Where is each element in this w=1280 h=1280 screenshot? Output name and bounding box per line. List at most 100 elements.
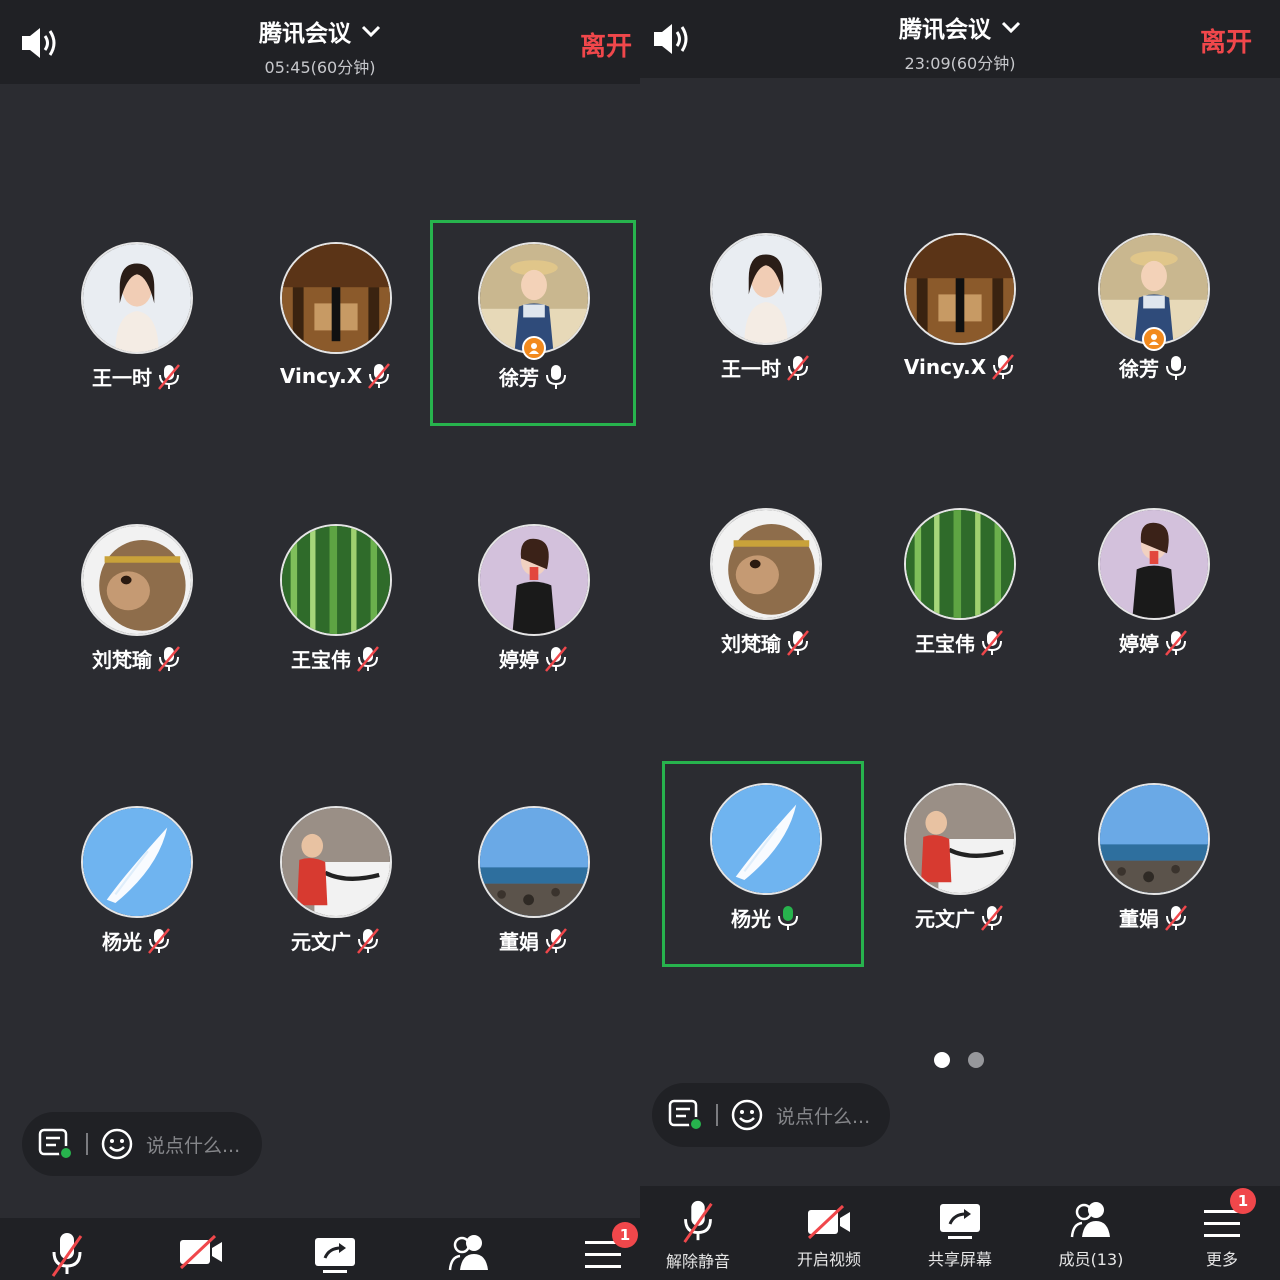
participant-tile[interactable]: 元文广 bbox=[860, 763, 1060, 963]
participant-label: 王一时 bbox=[666, 353, 866, 382]
participant-label: 刘梵瑜 bbox=[666, 628, 866, 657]
more-button[interactable]: 更多 bbox=[1167, 1206, 1277, 1270]
share-label: 共享屏幕 bbox=[927, 1250, 992, 1269]
meeting-duration: 05:45(60分钟) bbox=[264, 58, 376, 77]
participant-tile[interactable]: 董娟 bbox=[1054, 763, 1254, 963]
chat-list-icon[interactable] bbox=[668, 1098, 704, 1132]
avatar[interactable] bbox=[904, 233, 1016, 345]
participant-tile[interactable]: 婷婷 bbox=[434, 504, 634, 704]
chat-placeholder[interactable]: 说点什么... bbox=[146, 1131, 240, 1158]
emoji-icon[interactable] bbox=[100, 1127, 134, 1161]
participant-tile[interactable]: 元文广 bbox=[236, 786, 436, 986]
participant-tile[interactable]: 王宝伟 bbox=[236, 504, 436, 704]
participant-tile[interactable]: 杨光 bbox=[37, 786, 237, 986]
mic-muted-icon bbox=[683, 1200, 713, 1243]
members-button[interactable]: 成员(13) bbox=[1036, 1198, 1146, 1270]
unmute-button[interactable]: 解除静音 bbox=[643, 1198, 753, 1272]
avatar[interactable] bbox=[904, 783, 1016, 895]
participant-name: 杨光 bbox=[102, 930, 142, 954]
participant-tile[interactable]: 刘梵瑜 bbox=[666, 488, 866, 688]
participant-name: Vincy.X bbox=[279, 364, 363, 388]
chat-bar[interactable]: 说点什么... bbox=[22, 1112, 262, 1176]
mic-muted-icon bbox=[545, 927, 567, 954]
host-badge-icon bbox=[522, 336, 546, 360]
mic-muted-icon bbox=[1165, 904, 1187, 931]
participant-name: 王一时 bbox=[92, 366, 152, 390]
mic-muted-icon bbox=[158, 645, 180, 672]
avatar[interactable] bbox=[81, 524, 193, 636]
leave-button[interactable]: 离开 bbox=[580, 26, 632, 63]
avatar[interactable] bbox=[478, 524, 590, 636]
participant-tile[interactable]: 王一时 bbox=[37, 222, 237, 422]
mic-on-icon bbox=[546, 364, 566, 389]
meeting-title[interactable]: 腾讯会议 bbox=[259, 14, 381, 48]
participant-label: 杨光 bbox=[666, 903, 866, 932]
participant-tile[interactable]: 王一时 bbox=[666, 213, 866, 413]
participant-label: 王一时 bbox=[37, 362, 237, 391]
participant-name: 杨光 bbox=[731, 907, 771, 931]
mic-muted-icon bbox=[981, 904, 1003, 931]
avatar[interactable] bbox=[280, 242, 392, 354]
participant-name: 刘梵瑜 bbox=[721, 632, 781, 656]
leave-button[interactable]: 离开 bbox=[1200, 22, 1252, 59]
divider bbox=[716, 1104, 718, 1126]
participant-name: 刘梵瑜 bbox=[92, 648, 152, 672]
mic-muted-icon bbox=[357, 927, 379, 954]
avatar[interactable] bbox=[710, 233, 822, 345]
participant-label: 元文广 bbox=[236, 926, 436, 955]
unmute-label: 解除静音 bbox=[665, 1252, 730, 1271]
chat-placeholder[interactable]: 说点什么... bbox=[776, 1102, 870, 1129]
share-screen-button[interactable] bbox=[280, 1236, 390, 1276]
participant-name: 徐芳 bbox=[499, 366, 539, 390]
start-video-button[interactable] bbox=[146, 1234, 256, 1270]
emoji-icon[interactable] bbox=[730, 1098, 764, 1132]
avatar[interactable] bbox=[710, 783, 822, 895]
avatar[interactable] bbox=[478, 806, 590, 918]
participant-tile[interactable]: Vincy.X bbox=[236, 222, 436, 422]
avatar[interactable] bbox=[710, 508, 822, 620]
page-dot-1[interactable] bbox=[934, 1052, 950, 1068]
avatar[interactable] bbox=[280, 806, 392, 918]
start-video-button[interactable]: 开启视频 bbox=[774, 1202, 884, 1270]
more-badge: 1 bbox=[1230, 1188, 1256, 1214]
participant-tile[interactable]: 徐芳 bbox=[430, 220, 636, 426]
mic-muted-icon bbox=[787, 354, 809, 381]
more-badge: 1 bbox=[612, 1222, 638, 1248]
participant-label: 王宝伟 bbox=[860, 628, 1060, 657]
share-screen-button[interactable]: 共享屏幕 bbox=[905, 1202, 1015, 1270]
participant-label: Vincy.X bbox=[236, 362, 436, 390]
mic-muted-icon bbox=[981, 629, 1003, 656]
participant-label: 婷婷 bbox=[1054, 628, 1254, 657]
video-off-icon bbox=[807, 1204, 850, 1240]
participant-tile[interactable]: 刘梵瑜 bbox=[37, 504, 237, 704]
unmute-button[interactable] bbox=[12, 1230, 122, 1278]
participant-name: 王宝伟 bbox=[915, 632, 975, 656]
page-dot-2[interactable] bbox=[968, 1052, 984, 1068]
participant-tile[interactable]: 董娟 bbox=[434, 786, 634, 986]
meeting-screen-right: 腾讯会议 23:09(60分钟) 离开 王一时 Vincy.X 徐芳 刘梵瑜 王宝伟 婷婷… bbox=[640, 0, 1280, 1280]
video-label: 开启视频 bbox=[796, 1250, 861, 1269]
avatar[interactable] bbox=[1098, 783, 1210, 895]
mic-muted-icon bbox=[357, 645, 379, 672]
meeting-title[interactable]: 腾讯会议 bbox=[899, 10, 1021, 44]
meeting-screen-left: 腾讯会议 05:45(60分钟) 离开 王一时 Vincy.X 徐芳刘梵瑜 王宝伟 婷婷… bbox=[0, 0, 640, 1280]
participant-name: 王宝伟 bbox=[291, 648, 351, 672]
chat-list-icon[interactable] bbox=[38, 1127, 74, 1161]
participant-tile[interactable]: Vincy.X bbox=[860, 213, 1060, 413]
members-icon bbox=[1070, 1202, 1110, 1238]
avatar[interactable] bbox=[81, 242, 193, 354]
participant-label: Vincy.X bbox=[860, 353, 1060, 381]
mic-muted-icon bbox=[545, 645, 567, 672]
avatar[interactable] bbox=[280, 524, 392, 636]
avatar[interactable] bbox=[81, 806, 193, 918]
participant-tile[interactable]: 婷婷 bbox=[1054, 488, 1254, 688]
members-button[interactable] bbox=[414, 1232, 524, 1274]
participant-name: 董娟 bbox=[499, 930, 539, 954]
avatar[interactable] bbox=[1098, 508, 1210, 620]
participant-tile[interactable]: 杨光 bbox=[662, 761, 866, 967]
participant-tile[interactable]: 徐芳 bbox=[1054, 213, 1254, 413]
participant-tile[interactable]: 王宝伟 bbox=[860, 488, 1060, 688]
avatar[interactable] bbox=[904, 508, 1016, 620]
chat-bar[interactable]: 说点什么... bbox=[652, 1083, 890, 1147]
participant-label: 董娟 bbox=[434, 926, 634, 955]
